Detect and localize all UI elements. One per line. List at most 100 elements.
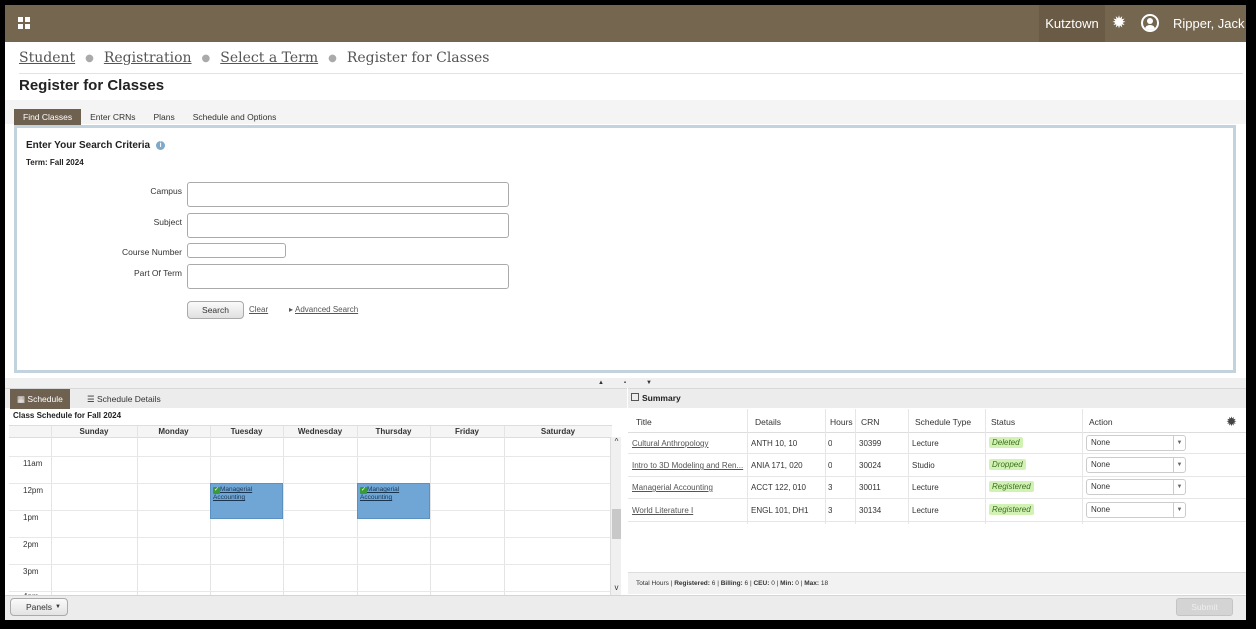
top-bar: Kutztown ✹ Ripper, Jack T: [5, 5, 1246, 68]
billing-label: Billing:: [720, 580, 743, 587]
row-details: ENGL 101, DH1: [751, 506, 809, 515]
summary-title: Summary: [642, 393, 681, 403]
class-event[interactable]: ✓Managerial Accounting: [210, 483, 283, 519]
splitter-down-icon[interactable]: ▼: [639, 380, 659, 388]
advanced-search-link[interactable]: Advanced Search: [289, 305, 358, 314]
info-icon[interactable]: i: [156, 141, 166, 150]
breadcrumb-registration[interactable]: Registration: [104, 50, 192, 66]
ceu-value: 0: [771, 580, 775, 587]
col-action[interactable]: Action: [1089, 417, 1113, 427]
col-title[interactable]: Title: [636, 417, 652, 427]
course-number-label: Course Number: [122, 247, 182, 257]
day-tuesday: Tuesday: [230, 427, 263, 436]
max-value: 18: [820, 580, 829, 587]
row-crn: 30134: [859, 506, 882, 515]
user-name[interactable]: Ripper, Jack T: [1173, 5, 1246, 68]
grid-line: [9, 591, 612, 592]
breadcrumb-separator: ●: [328, 52, 337, 64]
hour-label: 1pm: [23, 513, 39, 522]
breadcrumb-select-term[interactable]: Select a Term: [220, 50, 318, 66]
schedule-tab-bar: ▦ Schedule ☰ Schedule Details: [5, 388, 627, 409]
grid-line: [9, 564, 612, 565]
app-grid-icon[interactable]: [18, 17, 30, 29]
submit-button[interactable]: Submit: [1176, 598, 1233, 616]
splitter-up-icon[interactable]: ▲: [591, 380, 611, 388]
row-type: Lecture: [912, 506, 939, 515]
calendar-scrollbar[interactable]: ^ v: [610, 437, 621, 595]
panels-button[interactable]: Panels ▼: [10, 598, 68, 616]
grid-line: [9, 537, 612, 538]
user-avatar-icon[interactable]: [1141, 14, 1159, 32]
summary-calendar-icon: [631, 393, 639, 401]
row-details: ACCT 122, 010: [751, 483, 806, 492]
tab-schedule-options[interactable]: Schedule and Options: [184, 109, 286, 125]
action-select[interactable]: None ▼: [1086, 435, 1186, 451]
summary-gear-icon[interactable]: ✹: [1226, 414, 1237, 430]
col-crn[interactable]: CRN: [861, 417, 879, 427]
campus-label: Campus: [150, 186, 182, 196]
splitter-grip-icon[interactable]: ▪: [615, 380, 635, 388]
row-hours: 0: [828, 461, 833, 470]
row-type: Lecture: [912, 483, 939, 492]
subject-input[interactable]: [187, 213, 509, 238]
tab-schedule-details[interactable]: ☰ Schedule Details: [80, 389, 168, 409]
tab-schedule[interactable]: ▦ Schedule: [10, 389, 70, 409]
day-wednesday: Wednesday: [297, 427, 343, 436]
hour-label: 3pm: [23, 567, 39, 576]
search-button[interactable]: Search: [187, 301, 244, 319]
tab-enter-crns[interactable]: Enter CRNs: [81, 109, 144, 125]
row-title[interactable]: Cultural Anthropology: [632, 439, 744, 448]
day-saturday: Saturday: [540, 427, 576, 436]
row-details: ANTH 10, 10: [751, 439, 798, 448]
col-details[interactable]: Details: [755, 417, 781, 427]
check-icon: ✓: [213, 487, 220, 494]
breadcrumb-separator: ●: [85, 52, 94, 64]
hour-label: 2pm: [23, 540, 39, 549]
row-title[interactable]: Managerial Accounting: [632, 483, 744, 492]
campus-input[interactable]: [187, 182, 509, 207]
summary-footer: Total Hours | Registered: 6 | Billing: 6…: [628, 572, 1246, 594]
col-hours[interactable]: Hours: [830, 417, 853, 427]
tab-find-classes[interactable]: Find Classes: [14, 109, 82, 125]
status-badge: Registered: [989, 481, 1034, 492]
row-hours: 0: [828, 439, 833, 448]
chevron-down-icon: ▼: [1173, 436, 1185, 450]
col-status[interactable]: Status: [991, 417, 1015, 427]
clear-link[interactable]: Clear: [249, 305, 268, 314]
breadcrumb-current: Register for Classes: [346, 50, 490, 66]
grid-line: [9, 483, 612, 484]
scroll-thumb[interactable]: [612, 509, 621, 539]
row-hours: 3: [828, 483, 833, 492]
scroll-up-icon[interactable]: ^: [611, 437, 622, 446]
part-of-term-label: Part Of Term: [133, 268, 182, 278]
row-title[interactable]: Intro to 3D Modeling and Ren...: [632, 461, 744, 470]
row-title[interactable]: World Literature I: [632, 506, 744, 515]
term-label: Term: Fall 2024: [26, 158, 84, 167]
schedule-title: Class Schedule for Fall 2024: [13, 411, 122, 420]
action-select[interactable]: None ▼: [1086, 457, 1186, 473]
tab-schedule-label: Schedule: [27, 394, 63, 404]
chevron-down-icon: ▼: [1173, 458, 1185, 472]
chevron-down-icon: ▼: [1173, 503, 1185, 517]
tab-plans[interactable]: Plans: [144, 109, 183, 125]
course-number-input[interactable]: [187, 243, 286, 258]
class-event[interactable]: ✓Managerial Accounting: [357, 483, 430, 519]
breadcrumb: Student ● Registration ● Select a Term ●…: [19, 47, 490, 69]
page-title: Register for Classes: [19, 77, 165, 94]
search-criteria-text: Enter Your Search Criteria: [26, 140, 151, 151]
calendar-icon: ▦: [17, 394, 28, 404]
breadcrumb-student[interactable]: Student: [19, 50, 75, 66]
min-label: Min:: [780, 580, 794, 587]
list-icon: ☰: [87, 394, 97, 404]
action-select[interactable]: None ▼: [1086, 479, 1186, 495]
part-of-term-input[interactable]: [187, 264, 509, 289]
settings-gear-icon[interactable]: ✹: [1110, 14, 1128, 32]
action-select[interactable]: None ▼: [1086, 502, 1186, 518]
day-monday: Monday: [158, 427, 189, 436]
campus-label[interactable]: Kutztown: [1039, 5, 1105, 42]
row-crn: 30399: [859, 439, 882, 448]
row-type: Studio: [912, 461, 935, 470]
col-schedule-type[interactable]: Schedule Type: [915, 417, 971, 427]
scroll-down-icon[interactable]: v: [611, 583, 622, 592]
divider: [19, 73, 1243, 74]
